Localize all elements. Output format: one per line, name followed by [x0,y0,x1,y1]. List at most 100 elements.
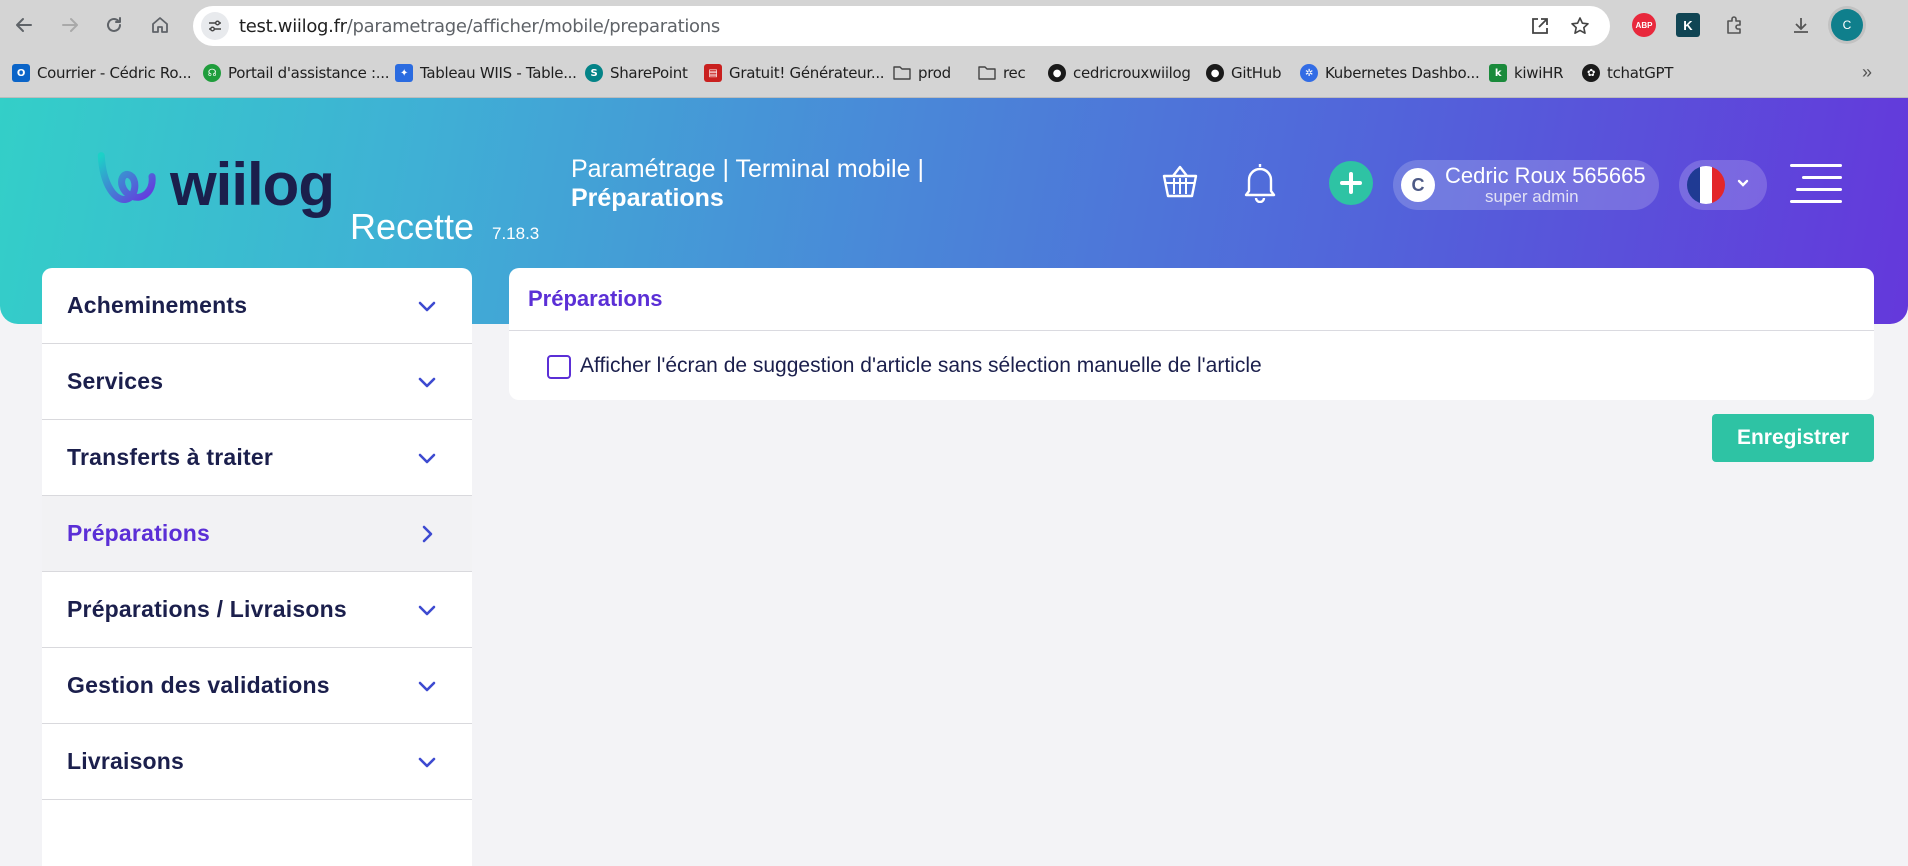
bookmark-label: GitHub [1231,64,1282,82]
home-button[interactable] [146,11,174,39]
wiilog-logo-icon [97,152,156,203]
bookmark-generateur[interactable]: ▤ Gratuit! Générateur... [704,62,885,84]
bookmark-kubernetes[interactable]: ✲ Kubernetes Dashbo... [1300,62,1480,84]
url-path: /parametrage/afficher/mobile/preparation… [346,16,721,37]
extensions-puzzle-icon[interactable] [1722,13,1746,37]
github-icon: ● [1206,64,1224,82]
reload-icon [107,17,121,32]
chevron-down-icon [418,377,436,388]
bookmark-folder-prod[interactable]: prod [893,62,951,84]
sidebar-item-acheminements[interactable]: Acheminements [42,268,472,344]
avatar: C [1401,168,1435,202]
bookmark-github[interactable]: ● GitHub [1206,62,1281,84]
suggestion-screen-label[interactable]: Afficher l'écran de suggestion d'article… [580,354,1262,378]
kubernetes-icon: ✲ [1300,64,1318,82]
version-label: 7.18.3 [492,224,540,243]
sidebar-item-label: Préparations [67,520,211,546]
user-menu[interactable]: C Cedric Roux 565665 super admin [1393,160,1659,210]
sidebar-item-livraisons[interactable]: Livraisons [42,724,472,800]
bookmark-cedricrouxwiilog[interactable]: ● cedricrouxwiilog [1048,62,1191,84]
bookmark-label: cedricrouxwiilog [1073,64,1191,82]
back-button[interactable] [10,11,38,39]
bookmark-portail[interactable]: ☊ Portail d'assistance :... [203,62,389,84]
bookmark-label: tchatGPT [1607,64,1674,82]
chevron-down-icon [418,681,436,692]
sidebar-item-services[interactable]: Services [42,344,472,420]
bookmark-label: Gratuit! Générateur... [729,64,885,82]
bookmark-label: prod [918,64,951,82]
sidebar-item-label: Services [67,368,164,394]
url-text[interactable]: test.wiilog.fr/parametrage/afficher/mobi… [239,16,720,37]
sidebar-item-label: Livraisons [67,748,185,774]
browser-profile-avatar[interactable]: C [1831,9,1863,41]
chevron-down-icon [1737,179,1749,187]
suggestion-screen-checkbox[interactable] [547,355,571,379]
environment-label: Recette [350,206,475,247]
extension-k-icon[interactable]: K [1676,13,1700,37]
bookmark-kiwihr[interactable]: k kiwiHR [1489,62,1564,84]
sidebar-item-gestion-validations[interactable]: Gestion des validations [42,648,472,724]
page-title: Préparations [571,184,724,212]
more-bookmarks-icon[interactable]: » [1862,62,1872,83]
chevron-down-icon [418,301,436,312]
user-name: Cedric Roux 565665 [1445,163,1646,188]
folder-icon [893,64,911,82]
user-role: super admin [1485,187,1579,206]
quick-add-button[interactable] [1329,161,1373,205]
basket-icon[interactable] [1160,162,1200,202]
sharepoint-icon: S [585,64,603,82]
sidebar-item-label: Acheminements [67,292,248,318]
chevron-down-icon [418,453,436,464]
arrow-left-icon [16,18,32,32]
bell-icon[interactable] [1240,160,1280,204]
outlook-icon: O [12,64,30,82]
hamburger-menu-button[interactable] [1790,162,1842,206]
bookmark-folder-rec[interactable]: rec [978,62,1026,84]
preparations-settings-card: Préparations Afficher l'écran de suggest… [509,268,1874,400]
adblock-extension-icon[interactable]: ABP [1632,13,1656,37]
reload-button[interactable] [100,11,128,39]
divider [509,330,1874,331]
bookmark-label: SharePoint [610,64,688,82]
sidebar-item-label: Préparations / Livraisons [67,596,347,622]
address-bar[interactable]: test.wiilog.fr/parametrage/afficher/mobi… [193,6,1610,46]
settings-sidebar: Acheminements Services Transferts à trai… [42,268,472,866]
sidebar-item-transferts[interactable]: Transferts à traiter [42,420,472,496]
sidebar-item-preparations[interactable]: Préparations [42,496,472,572]
download-icon[interactable] [1789,13,1813,37]
kiwi-icon: k [1489,64,1507,82]
tune-icon [209,20,221,32]
site-info-button[interactable] [201,12,229,40]
bookmark-label: Tableau WIIS - Table... [420,64,577,82]
menu-line [1802,176,1842,179]
url-host: test.wiilog.fr [239,16,347,37]
bookmark-courrier[interactable]: O Courrier - Cédric Ro... [12,62,192,84]
bookmarks-bar: O Courrier - Cédric Ro... ☊ Portail d'as… [0,50,1908,98]
card-title: Préparations [528,286,663,311]
browser-toolbar: test.wiilog.fr/parametrage/afficher/mobi… [0,0,1908,50]
headset-icon: ☊ [203,64,221,82]
forward-button[interactable] [56,11,84,39]
openai-icon: ✿ [1582,64,1600,82]
bookmark-tableau-wiis[interactable]: ✦ Tableau WIIS - Table... [395,62,577,84]
menu-line [1790,200,1842,203]
bookmark-sharepoint[interactable]: S SharePoint [585,62,688,84]
bookmark-star-icon[interactable] [1569,15,1591,37]
jira-icon: ✦ [395,64,413,82]
breadcrumb: Paramétrage | Terminal mobile | [571,155,924,183]
sidebar-item-preparations-livraisons[interactable]: Préparations / Livraisons [42,572,472,648]
bookmark-label: Courrier - Cédric Ro... [37,64,192,82]
arrow-right-icon [62,18,78,32]
pdf-icon: ▤ [704,64,722,82]
open-in-app-icon[interactable] [1529,15,1551,37]
menu-line [1796,188,1842,191]
folder-icon [978,64,996,82]
france-flag-icon [1687,166,1725,204]
bookmark-label: Portail d'assistance :... [228,64,390,82]
chevron-down-icon [418,605,436,616]
save-button[interactable]: Enregistrer [1712,414,1874,462]
home-icon [152,17,168,33]
menu-line [1790,164,1842,167]
bookmark-tchatgpt[interactable]: ✿ tchatGPT [1582,62,1673,84]
language-selector[interactable] [1679,160,1767,210]
